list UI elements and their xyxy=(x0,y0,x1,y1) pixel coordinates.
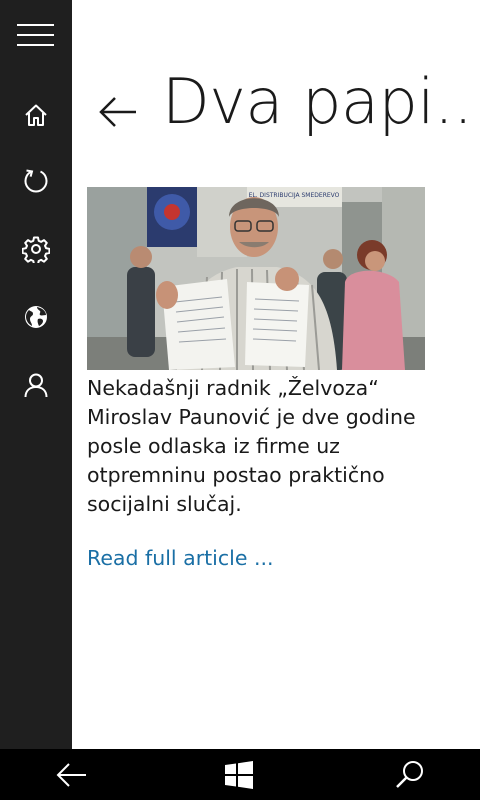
menu-icon xyxy=(17,24,54,46)
article-view: Dva papi... EL. DISTRIBUCIJA SMEDEREVO N… xyxy=(72,0,480,749)
system-search-button[interactable] xyxy=(370,749,450,800)
hamburger-menu-button[interactable] xyxy=(0,7,72,63)
read-full-article-link[interactable]: Read full article ... xyxy=(87,544,274,573)
windows-icon xyxy=(225,760,253,789)
page-title: Dva papi... xyxy=(162,65,480,138)
nav-settings-button[interactable] xyxy=(0,221,72,277)
arrow-left-icon xyxy=(99,97,136,127)
app-screen: Dva papi... EL. DISTRIBUCIJA SMEDEREVO N… xyxy=(0,0,480,800)
nav-account-button[interactable] xyxy=(0,357,72,413)
nav-home-button[interactable] xyxy=(0,87,72,143)
refresh-icon xyxy=(24,169,48,193)
system-back-button[interactable] xyxy=(32,749,112,800)
system-navigation-bar xyxy=(0,749,480,800)
article-summary: Nekadašnji radnik „Želvoza“ Miroslav Pau… xyxy=(87,376,416,516)
photo-sign-text: EL. DISTRIBUCIJA SMEDEREVO xyxy=(249,192,340,199)
search-icon xyxy=(396,760,423,788)
globe-icon xyxy=(25,306,47,328)
article-photo: EL. DISTRIBUCIJA SMEDEREVO xyxy=(87,187,425,370)
person-icon xyxy=(24,373,48,398)
nav-refresh-button[interactable] xyxy=(0,153,72,209)
gear-icon xyxy=(22,236,50,263)
back-icon xyxy=(56,762,86,787)
home-icon xyxy=(25,104,47,126)
system-start-button[interactable] xyxy=(199,749,279,800)
nav-globe-button[interactable] xyxy=(0,289,72,345)
nav-rail xyxy=(0,0,72,749)
back-button[interactable] xyxy=(94,88,142,136)
